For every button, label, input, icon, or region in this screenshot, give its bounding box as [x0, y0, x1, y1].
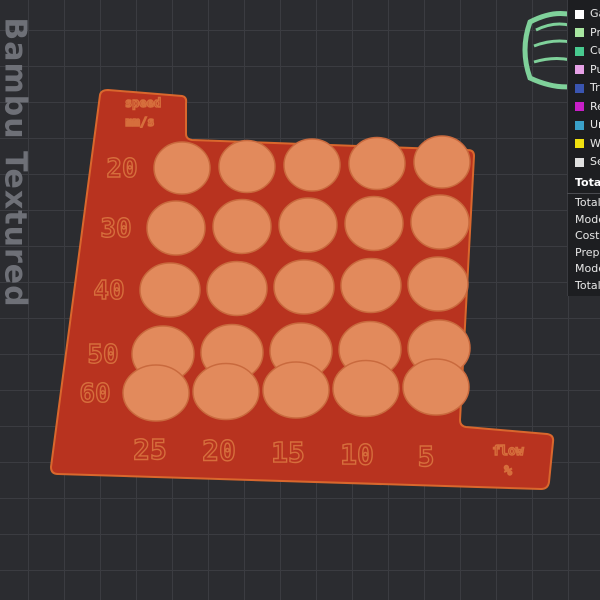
legend-swatch: [575, 120, 584, 130]
flow-value-label-15: 15: [271, 436, 305, 469]
legend-item[interactable]: Re: [575, 100, 600, 114]
test-disc-r1-c3[interactable]: [283, 138, 341, 192]
speed-value-label-20: 20: [106, 154, 137, 184]
test-disc-r2-c2[interactable]: [212, 198, 272, 255]
stats-row: Total: [575, 278, 600, 292]
test-disc-r5-c3[interactable]: [262, 361, 330, 419]
test-disc-r3-c4[interactable]: [340, 257, 402, 314]
legend-swatch: [575, 102, 584, 111]
legend-label: Re: [590, 99, 600, 113]
flow-value-label-25: 25: [133, 433, 167, 466]
legend-label: Cu: [590, 44, 600, 57]
legend-swatch: [575, 46, 584, 56]
legend-label: Ga: [590, 7, 600, 20]
legend-swatch: [575, 65, 584, 74]
test-disc-r3-c5[interactable]: [407, 256, 469, 312]
legend-swatch: [575, 139, 584, 148]
legend-swatch: [575, 157, 584, 167]
legend-swatch: [575, 28, 584, 37]
plate-scene: speed mm/s 20 30 40 50 60 25 20 15 10 5 flow%: [49, 11, 588, 491]
legend-label: Pr: [590, 25, 600, 39]
test-disc-r5-c4[interactable]: [332, 359, 400, 418]
speed-value-label-50: 50: [87, 340, 118, 370]
test-disc-r5-c5[interactable]: [402, 358, 470, 416]
legend-item[interactable]: Tr: [575, 81, 600, 95]
legend-item[interactable]: W: [575, 137, 600, 151]
test-disc-r2-c4[interactable]: [344, 195, 404, 252]
test-disc-r1-c2[interactable]: [218, 139, 276, 194]
flow-value-label-20: 20: [202, 434, 236, 467]
speed-value-label-40: 40: [93, 276, 124, 306]
legend-item[interactable]: Ga: [575, 7, 600, 21]
legend-item[interactable]: Ur: [575, 118, 600, 132]
flow-value-label-10: 10: [340, 438, 374, 471]
stats-row: Cost:: [575, 229, 600, 242]
legend-label: Pu: [590, 62, 600, 76]
test-disc-r2-c5[interactable]: [410, 194, 470, 250]
legend-label: W: [590, 136, 600, 150]
legend-label: Tr: [590, 81, 600, 94]
flow-header-label: flow: [492, 444, 523, 459]
test-disc-r3-c2[interactable]: [206, 260, 268, 317]
speed-unit-label: mm/s: [126, 115, 155, 129]
speed-value-label-60: 60: [79, 379, 110, 409]
speed-value-label-30: 30: [100, 214, 131, 244]
legend-item[interactable]: Pu: [575, 63, 600, 77]
speed-header-label: speed: [125, 96, 161, 110]
legend-item[interactable]: Pr: [575, 26, 600, 40]
stats-divider: [567, 193, 600, 194]
stats-row: Mode: [575, 212, 600, 226]
stats-row: Mode: [575, 262, 600, 275]
test-disc-r3-c1[interactable]: [139, 262, 201, 318]
test-disc-r2-c3[interactable]: [278, 197, 338, 253]
test-disc-r2-c1[interactable]: [146, 200, 206, 256]
stats-header: Tota: [575, 176, 600, 189]
flow-unit-label: %: [504, 464, 512, 479]
legend-item[interactable]: Cu: [575, 44, 600, 58]
stats-row: Total: [575, 196, 600, 209]
test-disc-r5-c1[interactable]: [122, 364, 190, 422]
legend-item[interactable]: Se: [575, 155, 600, 169]
test-disc-r1-c5[interactable]: [413, 135, 471, 189]
3d-viewport[interactable]: Bambu Textured speed mm/s 20 30 40 50 60 25 20 15…: [0, 0, 600, 600]
test-disc-r1-c1[interactable]: [153, 141, 211, 195]
flow-value-label-5: 5: [418, 440, 435, 473]
legend-swatch: [575, 9, 584, 19]
stats-row: Prepa: [575, 245, 600, 259]
test-disc-r3-c3[interactable]: [273, 259, 335, 315]
legend-label: Se: [590, 155, 600, 168]
test-disc-r1-c4[interactable]: [348, 136, 406, 191]
legend-swatch: [575, 83, 584, 93]
legend-label: Ur: [590, 118, 600, 131]
test-disc-r5-c2[interactable]: [192, 362, 260, 421]
